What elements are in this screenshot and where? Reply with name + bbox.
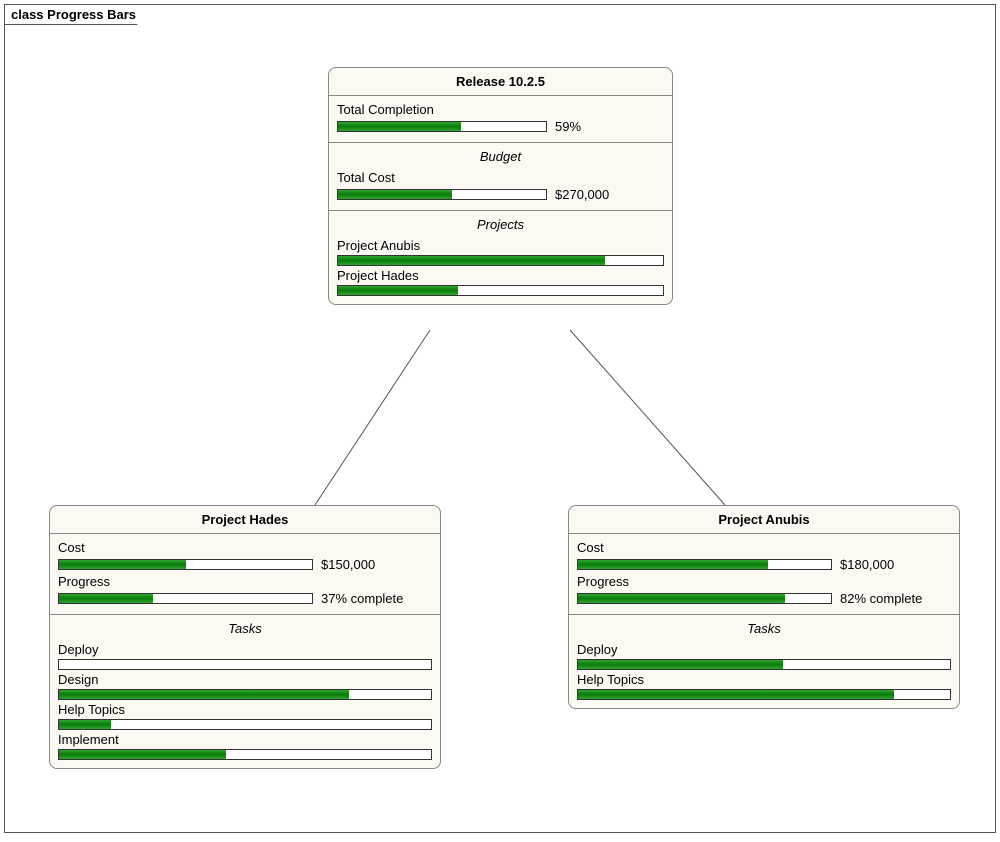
bar-hades-task-1	[58, 689, 432, 700]
label-project-anubis: Project Anubis	[337, 238, 664, 253]
bar-fill	[578, 660, 783, 669]
card-title-release: Release 10.2.5	[329, 68, 672, 96]
bar-hades-task-3	[58, 749, 432, 760]
label-anubis-task-0: Deploy	[577, 642, 951, 657]
label-anubis-progress: Progress	[577, 574, 951, 589]
heading-budget: Budget	[337, 147, 664, 168]
label-hades-task-3: Implement	[58, 732, 432, 747]
card-title-anubis: Project Anubis	[569, 506, 959, 534]
bar-fill	[578, 594, 785, 603]
value-hades-progress: 37% complete	[321, 591, 403, 606]
bar-anubis-task-1	[577, 689, 951, 700]
label-hades-task-1: Design	[58, 672, 432, 687]
bar-fill	[338, 190, 452, 199]
bar-hades-task-0	[58, 659, 432, 670]
bar-anubis-progress	[577, 593, 832, 604]
bar-fill	[59, 720, 111, 729]
bar-fill	[59, 594, 153, 603]
bar-fill	[338, 286, 458, 295]
label-project-hades: Project Hades	[337, 268, 664, 283]
bar-project-anubis	[337, 255, 664, 266]
label-hades-progress: Progress	[58, 574, 432, 589]
card-title-hades: Project Hades	[50, 506, 440, 534]
bar-anubis-task-0	[577, 659, 951, 670]
bar-fill	[59, 560, 186, 569]
label-anubis-task-1: Help Topics	[577, 672, 951, 687]
bar-fill	[338, 256, 605, 265]
value-anubis-progress: 82% complete	[840, 591, 922, 606]
bar-fill	[578, 690, 894, 699]
heading-hades-tasks: Tasks	[58, 619, 432, 640]
heading-anubis-tasks: Tasks	[577, 619, 951, 640]
section-anubis-main: Cost $180,000 Progress 82% complete	[569, 534, 959, 615]
bar-fill	[578, 560, 768, 569]
label-hades-task-2: Help Topics	[58, 702, 432, 717]
section-projects: Projects Project Anubis Project Hades	[329, 211, 672, 304]
label-hades-task-0: Deploy	[58, 642, 432, 657]
card-release: Release 10.2.5 Total Completion 59% Budg…	[328, 67, 673, 305]
section-total-completion: Total Completion 59%	[329, 96, 672, 143]
bar-hades-progress	[58, 593, 313, 604]
section-hades-tasks: Tasks Deploy Design Help Topics Implemen…	[50, 615, 440, 768]
bar-fill	[338, 122, 461, 131]
bar-hades-task-2	[58, 719, 432, 730]
value-total-completion: 59%	[555, 119, 625, 134]
bar-fill	[59, 750, 226, 759]
section-budget: Budget Total Cost $270,000	[329, 143, 672, 211]
bar-fill	[59, 690, 349, 699]
value-hades-cost: $150,000	[321, 557, 391, 572]
section-hades-main: Cost $150,000 Progress 37% complete	[50, 534, 440, 615]
diagram-frame: class Progress Bars Release 10.2.5 Total…	[4, 4, 996, 833]
section-anubis-tasks: Tasks Deploy Help Topics	[569, 615, 959, 708]
label-total-cost: Total Cost	[337, 170, 664, 185]
label-anubis-cost: Cost	[577, 540, 951, 555]
label-total-completion: Total Completion	[337, 102, 664, 117]
card-hades: Project Hades Cost $150,000 Progress 37%…	[49, 505, 441, 769]
value-anubis-cost: $180,000	[840, 557, 910, 572]
frame-title: class Progress Bars	[4, 4, 147, 25]
bar-project-hades	[337, 285, 664, 296]
label-hades-cost: Cost	[58, 540, 432, 555]
bar-total-completion	[337, 121, 547, 132]
value-total-cost: $270,000	[555, 187, 625, 202]
bar-anubis-cost	[577, 559, 832, 570]
bar-total-cost	[337, 189, 547, 200]
bar-hades-cost	[58, 559, 313, 570]
heading-projects: Projects	[337, 215, 664, 236]
card-anubis: Project Anubis Cost $180,000 Progress 82…	[568, 505, 960, 709]
